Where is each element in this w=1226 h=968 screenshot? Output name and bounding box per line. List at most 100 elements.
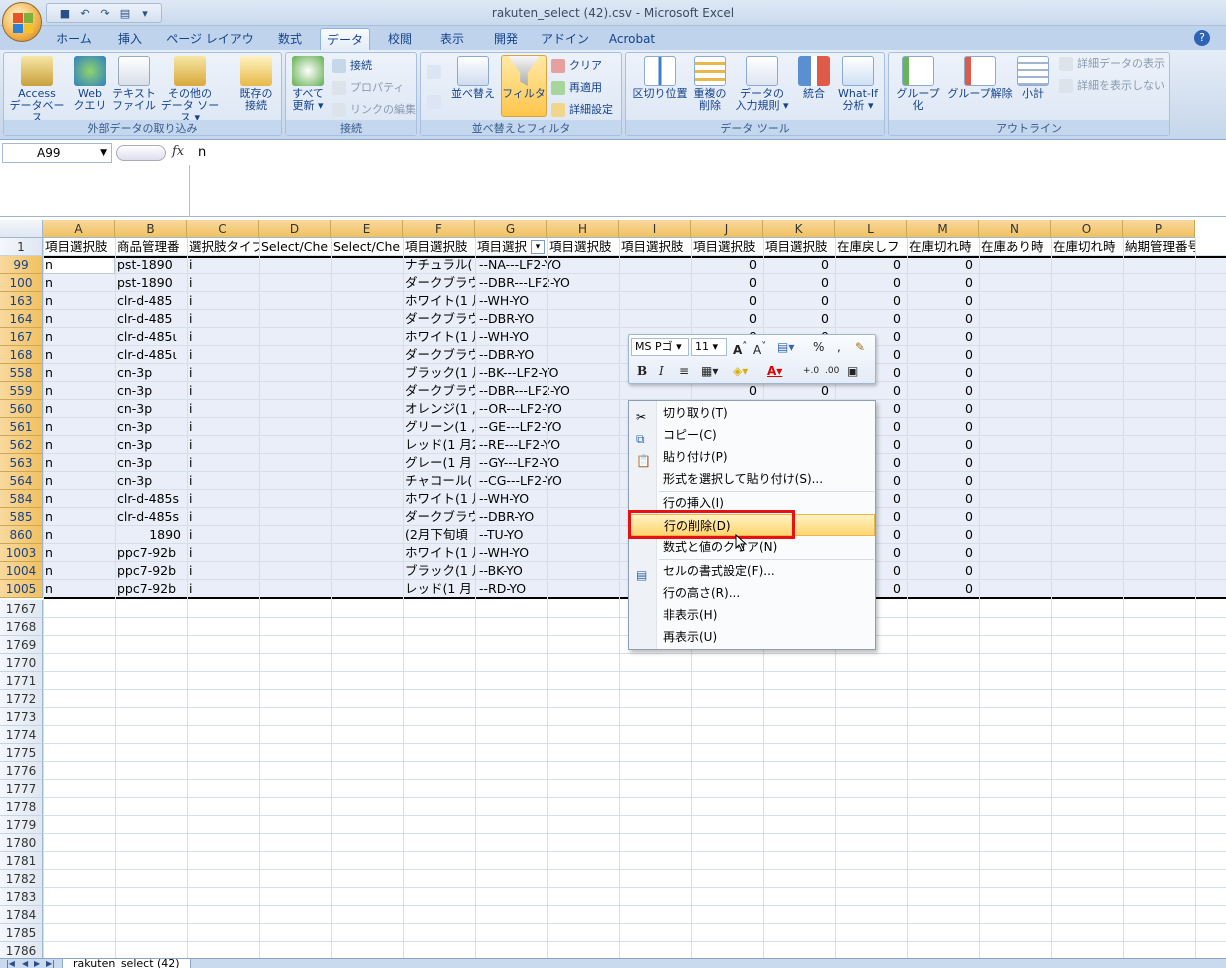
table-cell[interactable]: i (187, 364, 259, 382)
text-to-columns-button[interactable]: 区切り位置 (630, 56, 690, 100)
table-cell[interactable]: n (43, 274, 115, 292)
table-cell[interactable]: clr-d-485s (115, 490, 187, 508)
sheet-tab[interactable]: rakuten_select (42) (62, 959, 191, 968)
table-cell[interactable]: n (43, 454, 115, 472)
row-header[interactable]: 1786 (0, 942, 43, 958)
table-cell[interactable]: 0 (907, 436, 979, 454)
row-header[interactable]: 99 (0, 256, 43, 274)
table-cell[interactable]: i (187, 490, 259, 508)
table-cell[interactable]: (2月下旬頃 (403, 526, 475, 544)
table-cell[interactable]: i (187, 256, 259, 274)
column-header-f[interactable]: F (403, 220, 475, 238)
currency-format-icon[interactable]: ▤▾ (777, 338, 794, 356)
select-all-corner[interactable] (0, 220, 43, 238)
row-header[interactable]: 1003 (0, 544, 43, 562)
table-cell[interactable]: pst-1890 (115, 274, 187, 292)
ungroup-button[interactable]: グループ解除 (947, 56, 1013, 100)
table-cell[interactable]: 0 (835, 274, 907, 292)
table-cell[interactable]: n (43, 346, 115, 364)
header-cell[interactable]: 商品管理番 (115, 238, 187, 256)
menu-hide[interactable]: 非表示(H) (630, 604, 875, 626)
table-cell[interactable]: i (187, 526, 259, 544)
column-header-l[interactable]: L (835, 220, 907, 238)
tab-review[interactable]: 校閲 (378, 28, 422, 50)
header-cell[interactable]: 項目選択肢 (43, 238, 115, 256)
table-cell[interactable]: n (43, 544, 115, 562)
table-cell[interactable]: 0 (907, 454, 979, 472)
format-painter-icon[interactable]: ✎ (855, 338, 865, 356)
table-cell[interactable]: clr-d-485ι (115, 346, 187, 364)
table-cell[interactable]: clr-d-485s (115, 508, 187, 526)
row-header[interactable]: 560 (0, 400, 43, 418)
table-cell[interactable]: n (43, 400, 115, 418)
align-center-icon[interactable]: ≡ (679, 362, 689, 380)
column-header-m[interactable]: M (907, 220, 979, 238)
hide-detail-button[interactable]: 詳細を表示しない (1059, 77, 1165, 95)
table-cell[interactable]: グリーン(1 , (403, 418, 475, 436)
table-cell[interactable]: 0 (907, 508, 979, 526)
table-cell[interactable]: cn-3p (115, 454, 187, 472)
table-cell[interactable]: 0 (907, 274, 979, 292)
table-cell[interactable]: --WH-YO (475, 328, 625, 346)
table-cell[interactable]: --TU-YO (475, 526, 625, 544)
table-cell[interactable]: --GY---LF2-YO (475, 454, 625, 472)
row-header[interactable]: 1783 (0, 888, 43, 906)
table-cell[interactable]: cn-3p (115, 418, 187, 436)
table-cell[interactable]: --OR---LF2-YO (475, 400, 625, 418)
table-cell[interactable]: ダークブラウ (403, 508, 475, 526)
row-header[interactable]: 1004 (0, 562, 43, 580)
first-sheet-icon[interactable]: |◀ (6, 959, 15, 968)
table-cell[interactable]: n (43, 364, 115, 382)
font-color-icon[interactable]: A▾ (767, 362, 782, 380)
tab-formulas[interactable]: 数式 (268, 28, 312, 50)
name-box[interactable]: A99 ▼ (2, 143, 112, 163)
merge-center-icon[interactable]: ▣ (847, 362, 858, 380)
table-cell[interactable]: ホワイト(1 月 (403, 544, 475, 562)
table-cell[interactable]: --CG---LF2-YO (475, 472, 625, 490)
menu-unhide[interactable]: 再表示(U) (630, 626, 875, 648)
header-cell[interactable]: 項目選択肢 (547, 238, 619, 256)
table-cell[interactable]: --BK---LF2-YO (475, 364, 625, 382)
formula-cancel-enter[interactable] (116, 145, 166, 161)
column-header-n[interactable]: N (979, 220, 1051, 238)
table-cell[interactable]: 0 (691, 292, 763, 310)
sort-desc-button[interactable] (427, 93, 443, 111)
table-cell[interactable]: n (43, 508, 115, 526)
table-cell[interactable]: clr-d-485ι (115, 328, 187, 346)
header-cell[interactable]: 項目選択肢 (619, 238, 691, 256)
header-cell[interactable]: 納期管理番号 (1123, 238, 1195, 256)
table-cell[interactable]: ダークブラウ (403, 346, 475, 364)
table-cell[interactable]: 0 (835, 256, 907, 274)
web-query-button[interactable]: Web クエリ (70, 56, 110, 112)
menu-paste[interactable]: 📋 貼り付け(P) (630, 446, 875, 468)
table-cell[interactable]: n (43, 490, 115, 508)
table-cell[interactable]: レッド(1 月2 (403, 436, 475, 454)
table-cell[interactable]: --DBR---LF2-YO (475, 274, 625, 292)
table-cell[interactable]: 0 (907, 328, 979, 346)
consolidate-button[interactable]: 統合 (796, 56, 832, 100)
filter-button[interactable]: フィルタ (501, 55, 547, 117)
header-cell[interactable]: 項目選択肢 (763, 238, 835, 256)
row-header[interactable]: 1005 (0, 580, 43, 598)
row-header[interactable]: 168 (0, 346, 43, 364)
header-cell[interactable]: 項目選択肢 (691, 238, 763, 256)
table-cell[interactable]: n (43, 256, 115, 274)
table-cell[interactable]: i (187, 328, 259, 346)
existing-connections-button[interactable]: 既存の 接続 (232, 56, 280, 112)
row-header[interactable]: 164 (0, 310, 43, 328)
table-cell[interactable]: i (187, 310, 259, 328)
table-cell[interactable]: i (187, 562, 259, 580)
table-cell[interactable]: 0 (691, 382, 763, 400)
row-header[interactable]: 1770 (0, 654, 43, 672)
row-header[interactable]: 1785 (0, 924, 43, 942)
table-cell[interactable]: ナチュラル( (403, 256, 475, 274)
table-cell[interactable]: 0 (835, 292, 907, 310)
table-cell[interactable]: 0 (907, 526, 979, 544)
row-header[interactable]: 1779 (0, 816, 43, 834)
prev-sheet-icon[interactable]: ◀ (22, 959, 28, 968)
worksheet-grid[interactable]: ABCDEFGHIJKLMNOP 1 項目選択肢 商品管理番 選択肢タイプ Select… (0, 220, 1226, 958)
menu-format-cells[interactable]: ▤ セルの書式設定(F)... (630, 560, 875, 582)
table-cell[interactable]: cn-3p (115, 400, 187, 418)
help-icon[interactable]: ? (1194, 30, 1210, 46)
table-cell[interactable]: 0 (907, 418, 979, 436)
